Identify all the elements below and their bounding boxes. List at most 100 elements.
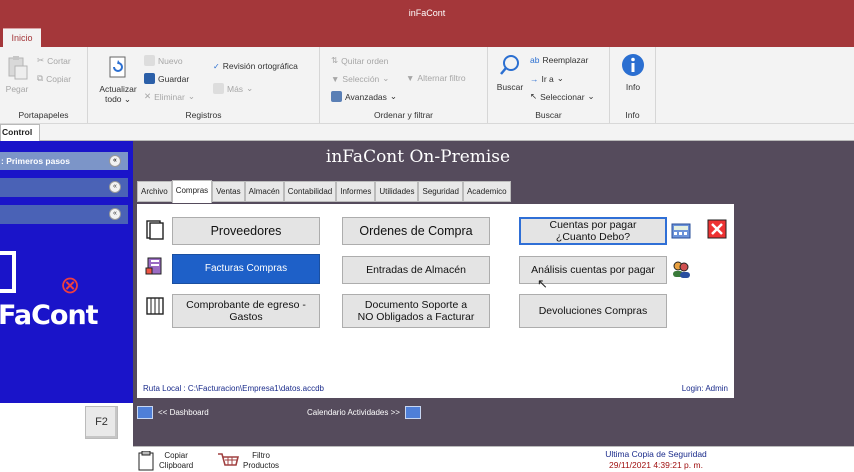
tab-archivo[interactable]: Archivo: [137, 181, 172, 202]
revision-label: Revisión ortográfica: [222, 61, 298, 71]
f2-button[interactable]: F2: [85, 406, 118, 439]
revision-ortografica-button[interactable]: ✓ Revisión ortográfica: [213, 61, 298, 71]
mas-button[interactable]: Más ⌄: [213, 83, 253, 94]
filtro-productos-button[interactable]: Filtro Productos: [217, 451, 279, 471]
nav-logo: FaCont: [0, 300, 99, 331]
tab-informes[interactable]: Informes: [336, 181, 376, 202]
quitar-orden-button[interactable]: ⇅ Quitar orden: [331, 55, 388, 66]
devoluciones-compras-button[interactable]: Devoluciones Compras: [519, 294, 667, 328]
nuevo-button[interactable]: Nuevo: [144, 55, 183, 66]
reemplazar-button[interactable]: ab Reemplazar: [530, 55, 588, 65]
tab-compras[interactable]: Compras: [171, 180, 213, 203]
nav-header-label: : Primeros pasos: [1, 156, 70, 166]
pegar-button[interactable]: Pegar: [3, 55, 31, 94]
tab-utilidades[interactable]: Utilidades: [375, 181, 419, 202]
calendario-link[interactable]: Calendario Actividades >>: [307, 406, 421, 419]
seleccionar-label: Seleccionar: [540, 91, 585, 102]
nuevo-label: Nuevo: [158, 55, 183, 66]
new-record-icon: [144, 55, 155, 66]
tab-academico[interactable]: Academico: [462, 181, 511, 202]
tab-contabilidad[interactable]: Contabilidad: [283, 181, 337, 202]
seleccionar-button[interactable]: ↖ Seleccionar ⌄: [530, 91, 595, 102]
buscar-button[interactable]: Buscar: [494, 53, 526, 92]
cuentas-por-pagar-button[interactable]: Cuentas por pagar ¿Cuanto Debo?: [519, 217, 667, 245]
calculator-icon: [671, 223, 691, 239]
chevron-up-icon[interactable]: «: [109, 155, 121, 167]
nav-section-2[interactable]: «: [0, 205, 128, 224]
calendario-label: Calendario Actividades >>: [307, 408, 400, 417]
comprobante-egreso-button[interactable]: Comprobante de egreso - Gastos: [172, 294, 320, 328]
facturas-compras-button[interactable]: Facturas Compras: [172, 254, 320, 284]
calendar-icon: [404, 406, 421, 419]
seleccion-label: Selección: [342, 73, 380, 84]
spellcheck-icon: ✓: [213, 61, 220, 71]
backup-date: 29/11/2021 4:39:21 p. m.: [609, 460, 703, 470]
navigation-pane: : Primeros pasos « « « ⊗ FaCont F2: [0, 141, 133, 472]
dashboard-link[interactable]: << Dashboard: [137, 406, 209, 419]
advanced-filter-icon: [331, 91, 342, 102]
chevron-up-icon[interactable]: «: [109, 208, 121, 220]
ir-a-label: Ir a: [541, 73, 554, 84]
copiar-button[interactable]: ⧉ Copiar: [37, 73, 71, 84]
guardar-label: Guardar: [158, 73, 190, 84]
info-button[interactable]: Info: [618, 53, 648, 92]
more-icon: [213, 83, 224, 94]
ribbon-tab-row: Inicio: [0, 28, 854, 47]
ribbon-tab-inicio[interactable]: Inicio: [3, 28, 41, 47]
info-label: Info: [625, 82, 641, 92]
save-icon: [144, 73, 155, 84]
tab-seguridad[interactable]: Seguridad: [418, 181, 463, 202]
comprobante-label-1: Comprobante de egreso -: [186, 299, 306, 311]
comprobante-label-2: Gastos: [229, 311, 263, 323]
entradas-almacen-button[interactable]: Entradas de Almacén: [342, 256, 490, 284]
eliminar-label: Eliminar: [154, 91, 185, 102]
avanzadas-label: Avanzadas: [345, 91, 387, 102]
backup-label: Ultima Copia de Seguridad: [605, 449, 707, 459]
close-icon[interactable]: [707, 219, 727, 239]
calendar-icon: [137, 406, 153, 419]
document-icon: [146, 220, 164, 240]
refresh-document-icon: [109, 56, 126, 78]
nav-header[interactable]: : Primeros pasos «: [0, 152, 128, 170]
cuentas-label-1: Cuentas por pagar: [549, 219, 637, 231]
group-label-registros: Registros: [185, 110, 222, 120]
group-portapapeles: Pegar ✂ Cortar ⧉ Copiar Portapapeles: [0, 47, 88, 123]
form-title: inFaCont On-Premise: [325, 147, 511, 167]
delete-icon: ✕: [144, 91, 152, 101]
documento-soporte-button[interactable]: Documento Soporte a NO Obligados a Factu…: [342, 294, 490, 328]
group-label-portapapeles: Portapapeles: [18, 110, 69, 120]
copiar-clipboard-button[interactable]: Copiar Clipboard: [137, 451, 193, 471]
select-cursor-icon: ↖: [530, 91, 538, 101]
seleccion-button[interactable]: ▼ Selección ⌄: [331, 73, 389, 84]
pegar-label: Pegar: [5, 84, 29, 94]
buscar-label: Buscar: [496, 82, 524, 92]
guardar-button[interactable]: Guardar: [144, 73, 189, 84]
filter-selection-icon: ▼: [331, 73, 340, 84]
actualizar-label: Actualizar: [99, 84, 137, 94]
alternar-filtro-button[interactable]: ▼ Alternar filtro: [406, 73, 466, 83]
receipt-book-icon: [146, 297, 164, 315]
chevron-up-icon[interactable]: «: [109, 181, 121, 193]
copiar-label-2: Clipboard: [159, 461, 194, 470]
avanzadas-button[interactable]: Avanzadas ⌄: [331, 91, 397, 102]
ruta-local: Ruta Local : C:\Facturacion\Empresa1\dat…: [143, 384, 324, 393]
actualizar-todo-button[interactable]: Actualizar todo ⌄: [94, 55, 142, 104]
tab-ventas[interactable]: Ventas: [212, 181, 245, 202]
main-form: inFaCont On-Premise Archivo Compras Vent…: [133, 141, 854, 472]
ordenes-compra-button[interactable]: Ordenes de Compra: [342, 217, 490, 245]
ir-a-button[interactable]: → Ir a ⌄: [530, 73, 564, 84]
documento-label-1: Documento Soporte a: [364, 299, 468, 311]
tab-almacen[interactable]: Almacén: [244, 181, 284, 202]
cortar-button[interactable]: ✂ Cortar: [37, 55, 71, 66]
copiar-label-1: Copiar: [164, 451, 188, 460]
dashboard-label: << Dashboard: [158, 408, 209, 417]
proveedores-button[interactable]: Proveedores: [172, 217, 320, 245]
eliminar-button[interactable]: ✕ Eliminar ⌄: [144, 91, 195, 102]
users-icon: [673, 261, 690, 278]
doc-tab-control[interactable]: Control: [0, 124, 40, 141]
actualizar-label-2: todo: [104, 94, 122, 104]
mas-label: Más: [227, 83, 244, 94]
nav-content: : Primeros pasos « « « ⊗ FaCont: [0, 141, 133, 403]
nav-section-1[interactable]: «: [0, 178, 128, 197]
filtro-label-2: Productos: [243, 461, 280, 470]
